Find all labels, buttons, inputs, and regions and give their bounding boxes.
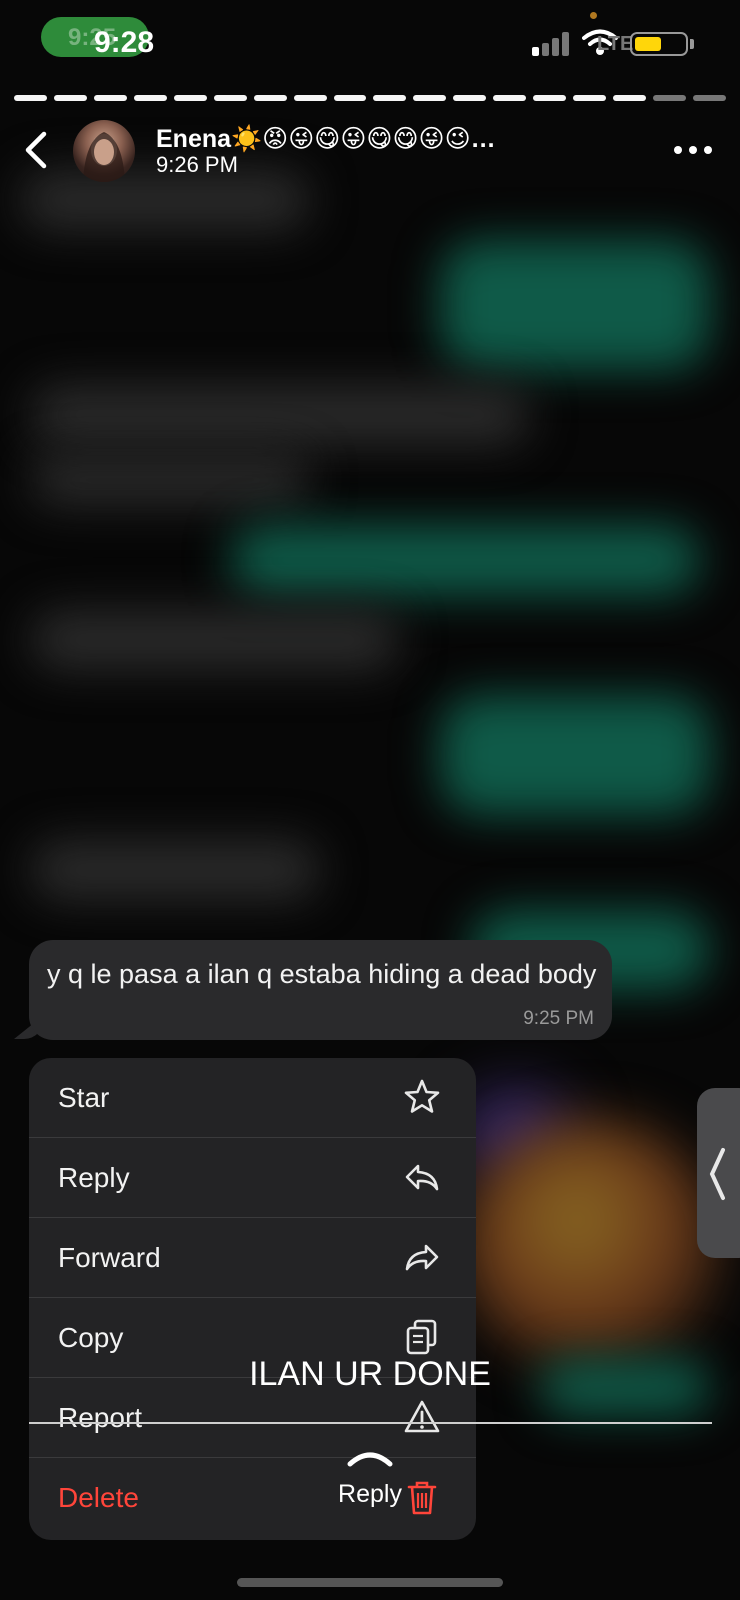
- copy-icon: [406, 1319, 437, 1355]
- status-bar: 9:25 9:28 LTE: [0, 0, 740, 90]
- menu-item-forward[interactable]: Forward: [29, 1218, 476, 1298]
- message-context-menu: Star Reply Forward Copy Report Delete: [29, 1058, 476, 1540]
- menu-item-star[interactable]: Star: [29, 1058, 476, 1138]
- battery-icon: [630, 32, 688, 56]
- contact-name[interactable]: Enena☀️😡😜😋😜😋😋😜😉…: [156, 124, 496, 154]
- privacy-indicator-dot: [590, 12, 597, 19]
- story-caption: ILAN UR DONE: [249, 1355, 491, 1393]
- story-segment: [173, 95, 207, 101]
- lte-label: LTE: [597, 33, 634, 55]
- story-progress-bar: [14, 95, 726, 101]
- story-segment: [533, 95, 567, 101]
- story-segment: [293, 95, 327, 101]
- swipe-up-reply[interactable]: Reply: [0, 1480, 740, 1509]
- message-bubble[interactable]: y q le pasa a ilan q estaba hiding a dea…: [29, 940, 612, 1040]
- menu-item-label: Report: [58, 1402, 143, 1433]
- story-segment: [493, 95, 527, 101]
- star-icon: [404, 1079, 440, 1113]
- menu-item-label: Forward: [58, 1242, 161, 1273]
- story-segment: [573, 95, 607, 101]
- story-segment: [413, 95, 447, 101]
- caption-divider: [29, 1422, 712, 1424]
- message-time: 9:25 PM: [523, 1008, 594, 1029]
- story-segment: [14, 95, 47, 101]
- menu-item-label: Star: [58, 1082, 110, 1113]
- chevron-left-icon[interactable]: [22, 130, 52, 170]
- cellular-signal-icon: [532, 32, 572, 56]
- home-indicator[interactable]: [237, 1578, 503, 1587]
- story-segment: [453, 95, 487, 101]
- story-segment: [653, 95, 686, 101]
- story-segment: [133, 95, 167, 101]
- story-segment: [93, 95, 127, 101]
- menu-item-label: Copy: [58, 1322, 124, 1353]
- forward-icon: [405, 1244, 439, 1271]
- chevron-up-icon[interactable]: [346, 1446, 394, 1468]
- message-text: y q le pasa a ilan q estaba hiding a dea…: [47, 959, 597, 989]
- warning-icon: [404, 1400, 440, 1433]
- avatar[interactable]: [73, 120, 135, 182]
- reply-icon: [405, 1164, 439, 1191]
- story-segment: [213, 95, 247, 101]
- story-segment: [253, 95, 287, 101]
- story-segment: [613, 95, 646, 101]
- story-segment: [53, 95, 87, 101]
- menu-item-reply[interactable]: Reply: [29, 1138, 476, 1218]
- ellipsis-icon[interactable]: [674, 146, 714, 156]
- last-seen-time: 9:26 PM: [156, 152, 238, 177]
- battery-tip: [690, 39, 694, 49]
- story-segment: [373, 95, 407, 101]
- story-segment: [692, 95, 726, 101]
- status-time: 9:28: [94, 26, 155, 59]
- menu-item-label: Reply: [58, 1162, 130, 1193]
- side-panel-handle[interactable]: [697, 1088, 740, 1258]
- battery-level: [635, 37, 661, 51]
- chat-header: Enena☀️😡😜😋😜😋😋😜😉… 9:26 PM: [0, 110, 740, 190]
- story-segment: [333, 95, 367, 101]
- chevron-left-icon: [709, 1148, 725, 1200]
